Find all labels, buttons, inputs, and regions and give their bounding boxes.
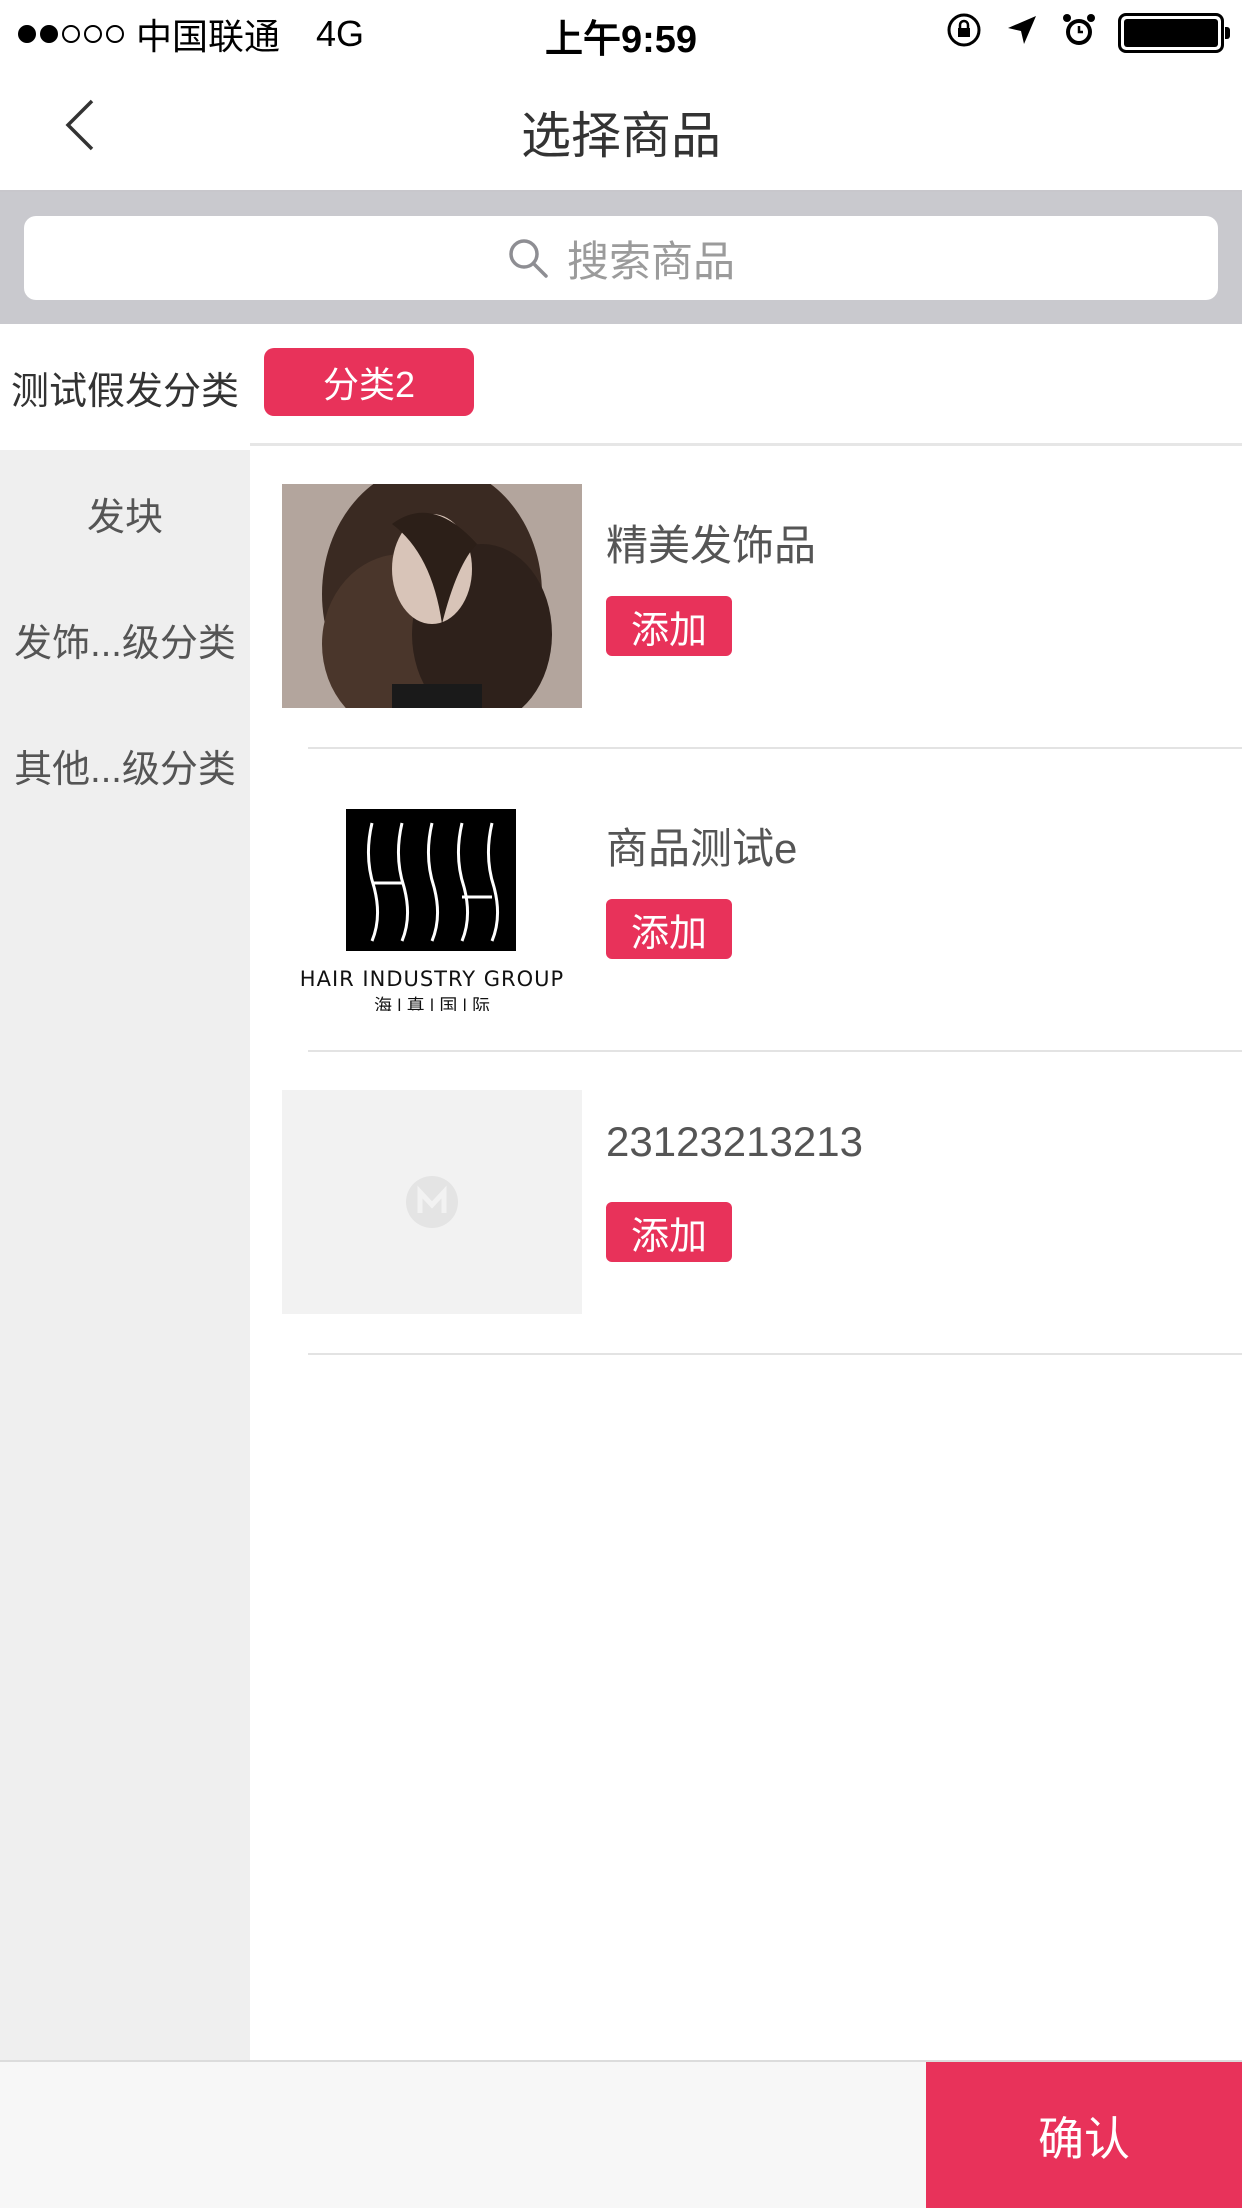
placeholder-image-icon bbox=[406, 1176, 458, 1228]
product-row[interactable]: 23123213213 添加 bbox=[250, 1052, 1242, 1355]
category-item[interactable]: 其他...级分类 bbox=[0, 702, 250, 828]
subcategory-chip[interactable]: 分类2 bbox=[264, 348, 474, 416]
logo-text: HAIR INDUSTRY GROUP bbox=[299, 967, 565, 991]
divider bbox=[308, 1353, 1242, 1355]
category-item[interactable]: 发饰...级分类 bbox=[0, 576, 250, 702]
search-input[interactable]: 搜索商品 bbox=[24, 216, 1218, 300]
subcategory-bar: 分类2 bbox=[250, 324, 1242, 446]
category-item[interactable]: 发块 bbox=[0, 450, 250, 576]
search-icon bbox=[509, 239, 548, 278]
logo-subtext: 海 | 真 | 国 | 际 bbox=[373, 996, 491, 1011]
product-name: 23123213213 bbox=[606, 1118, 863, 1165]
status-right bbox=[944, 10, 1230, 55]
add-button[interactable]: 添加 bbox=[606, 596, 732, 656]
orientation-lock-icon bbox=[944, 10, 984, 55]
product-image: HAIR INDUSTRY GROUP 海 | 真 | 国 | 际 bbox=[282, 787, 582, 1011]
category-top-item[interactable]: 测试假发分类 bbox=[0, 324, 250, 450]
add-button[interactable]: 添加 bbox=[606, 899, 732, 959]
search-area: 搜索商品 bbox=[0, 192, 1242, 324]
status-bar: 中国联通 4G 上午9:59 bbox=[0, 0, 1242, 62]
product-name: 商品测试e bbox=[606, 825, 798, 872]
product-panel: 分类2 精美发饰品 添加 HAIR INDUSTRY GROUP 海 | 真 |… bbox=[250, 324, 1242, 2060]
product-row[interactable]: 精美发饰品 添加 bbox=[250, 446, 1242, 749]
product-image bbox=[282, 484, 582, 708]
product-image bbox=[282, 1090, 582, 1314]
category-sidebar: 测试假发分类 发块 发饰...级分类 其他...级分类 bbox=[0, 324, 250, 2060]
search-placeholder: 搜索商品 bbox=[566, 237, 735, 285]
location-arrow-icon bbox=[1004, 12, 1040, 53]
product-name: 精美发饰品 bbox=[606, 522, 817, 569]
product-row[interactable]: HAIR INDUSTRY GROUP 海 | 真 | 国 | 际 商品测试e … bbox=[250, 749, 1242, 1052]
bottom-bar: 确认 bbox=[0, 2060, 1242, 2208]
page-title: 选择商品 bbox=[521, 108, 721, 164]
battery-icon bbox=[1118, 12, 1230, 53]
alarm-icon bbox=[1060, 11, 1098, 54]
navigation-bar: 选择商品 bbox=[0, 62, 1242, 192]
add-button[interactable]: 添加 bbox=[606, 1202, 732, 1262]
confirm-button[interactable]: 确认 bbox=[926, 2062, 1242, 2208]
